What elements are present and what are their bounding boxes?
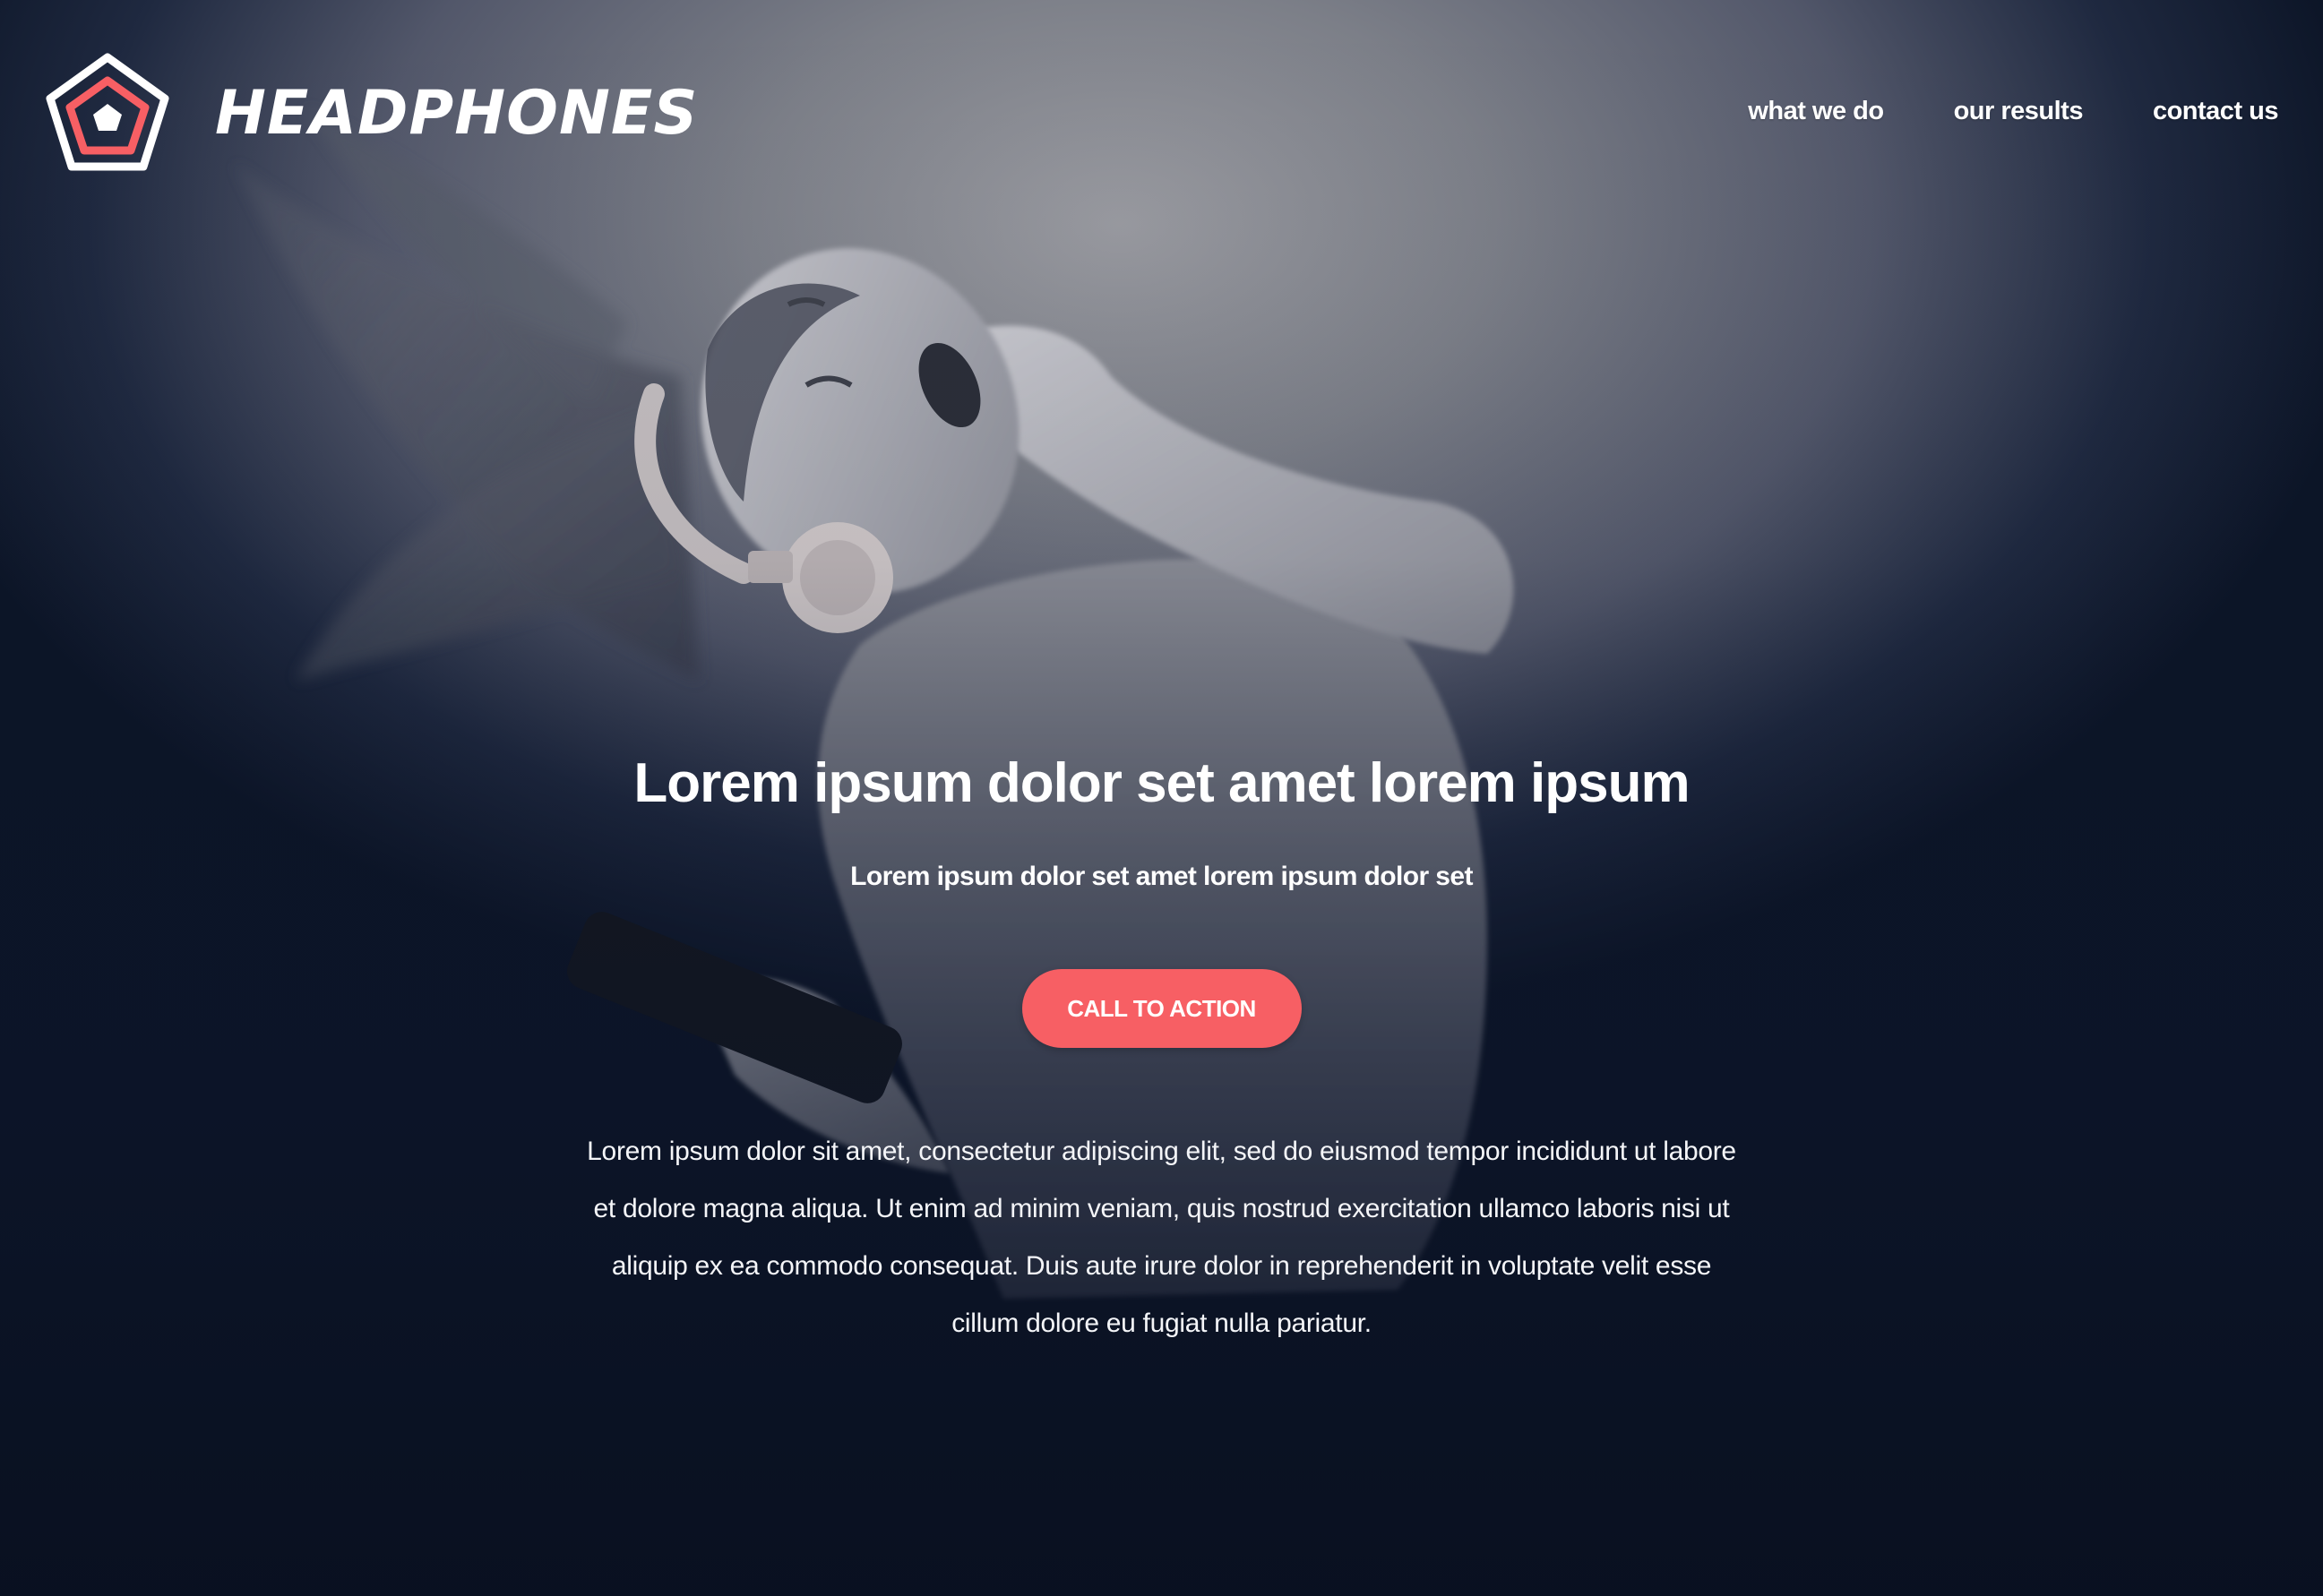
pentagon-logo-icon — [46, 53, 169, 171]
nav-item-contact-us[interactable]: contact us — [2153, 97, 2279, 126]
nav-item-our-results[interactable]: our results — [1954, 97, 2084, 126]
call-to-action-button[interactable]: CALL TO ACTION — [1021, 969, 1302, 1048]
hero-title: Lorem ipsum dolor set amet lorem ipsum — [633, 752, 1690, 814]
landing-page: HEADPHONES what we do our results contac… — [0, 0, 2323, 1596]
brand-logo[interactable]: HEADPHONES — [45, 52, 698, 174]
hero-section: Lorem ipsum dolor set amet lorem ipsum L… — [0, 743, 2323, 1352]
hero-subtitle: Lorem ipsum dolor set amet lorem ipsum d… — [850, 862, 1473, 891]
brand-name: HEADPHONES — [215, 77, 699, 149]
hero-body-text: Lorem ipsum dolor sit amet, consectetur … — [587, 1137, 1736, 1338]
nav-item-what-we-do[interactable]: what we do — [1748, 97, 1884, 126]
main-nav: what we do our results contact us — [1748, 97, 2278, 126]
